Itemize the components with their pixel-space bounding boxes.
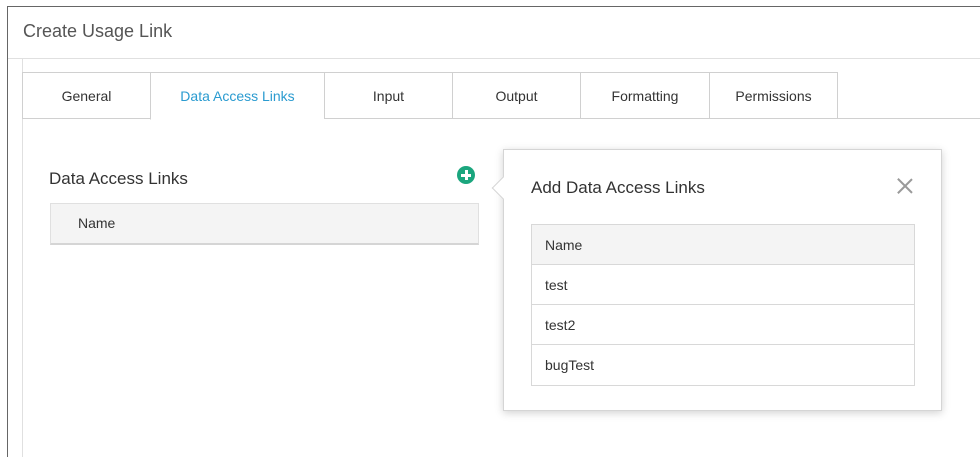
dialog-header: Create Usage Link (8, 7, 980, 59)
tab-input[interactable]: Input (324, 72, 452, 119)
tab-label: Formatting (611, 87, 679, 104)
close-icon[interactable] (897, 178, 913, 194)
tab-label: General (61, 87, 112, 104)
tab-label: Data Access Links (180, 88, 295, 104)
tab-formatting[interactable]: Formatting (580, 72, 709, 119)
tab-label: Output (495, 87, 538, 104)
plus-circle-icon[interactable] (457, 166, 475, 184)
list-item[interactable]: test2 (532, 305, 914, 345)
popover-arrow (491, 176, 515, 200)
tab-label: Permissions (735, 87, 812, 104)
column-header-name: Name (532, 225, 914, 265)
column-header-label: Name (545, 236, 583, 253)
tab-permissions[interactable]: Permissions (709, 72, 838, 119)
list-item-label: test2 (545, 316, 576, 333)
tab-general[interactable]: General (22, 72, 150, 119)
tab-output[interactable]: Output (452, 72, 580, 119)
available-links-table: Name test test2 bugTest (531, 224, 915, 386)
column-header-name: Name (78, 215, 116, 231)
tab-data-access-links[interactable]: Data Access Links (150, 72, 324, 120)
list-item[interactable]: test (532, 265, 914, 305)
list-item-label: test (545, 276, 568, 293)
data-access-links-table: Name (50, 203, 479, 245)
section-title: Data Access Links (49, 169, 188, 188)
popover-title: Add Data Access Links (531, 178, 705, 197)
dialog-title: Create Usage Link (23, 21, 173, 41)
tab-bar: General Data Access Links Input Output F… (22, 72, 838, 120)
list-item[interactable]: bugTest (532, 345, 914, 385)
tab-label: Input (372, 87, 405, 104)
list-item-label: bugTest (545, 357, 595, 373)
add-data-access-links-popover: Add Data Access Links Name test test2 bu… (491, 149, 942, 411)
create-usage-link-dialog: Create Usage Link General Data Access Li… (7, 6, 980, 457)
